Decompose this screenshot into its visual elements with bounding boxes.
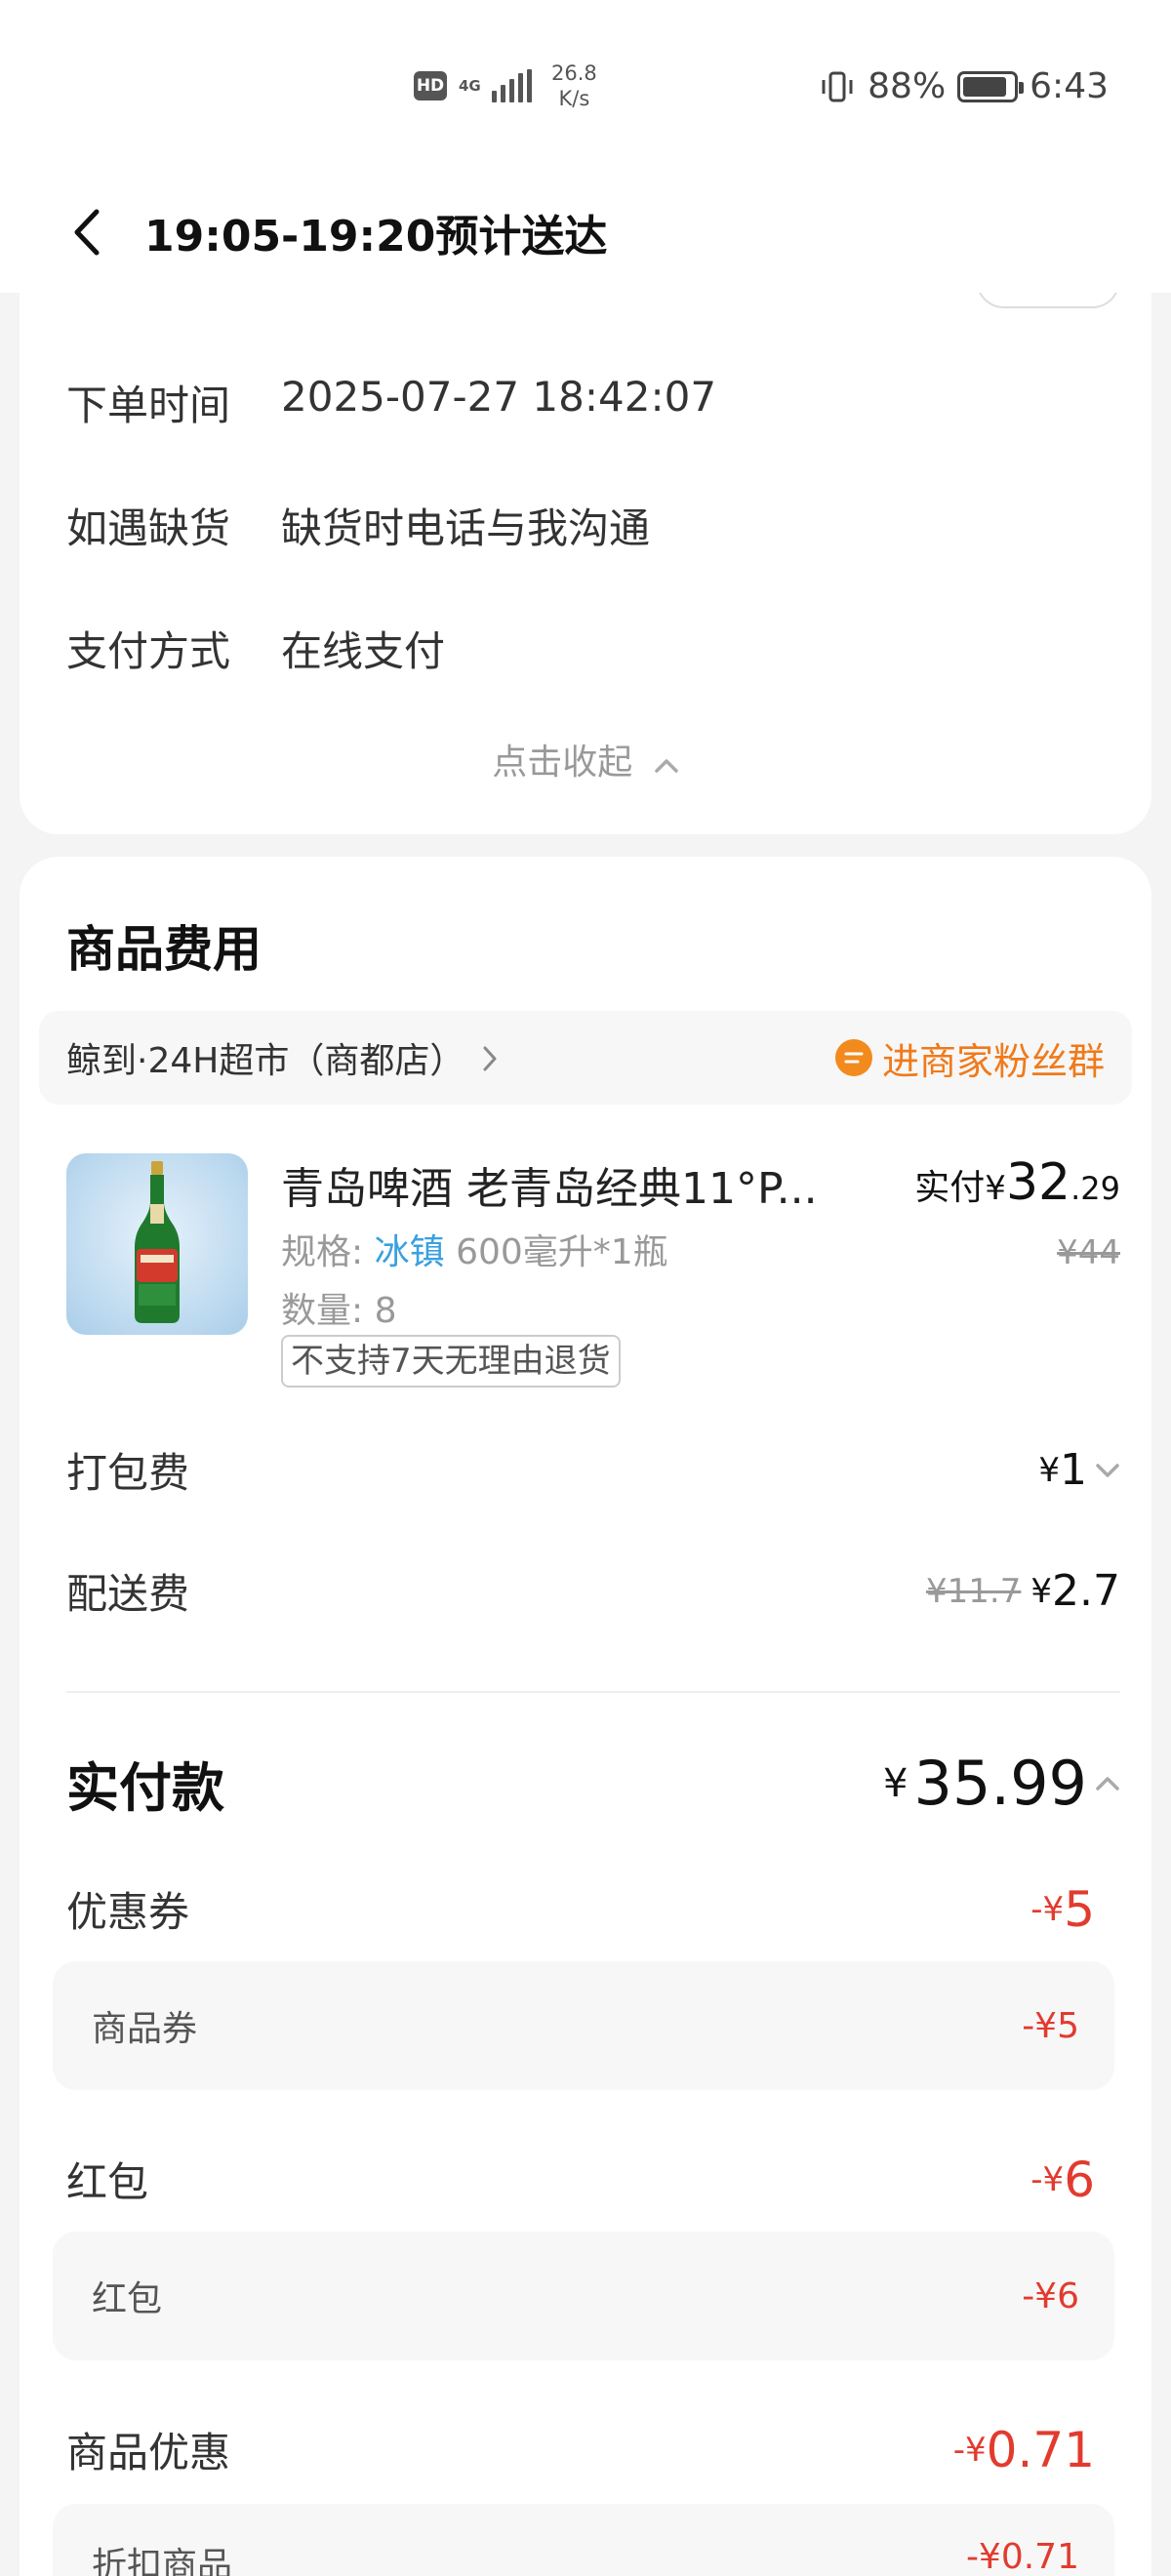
delivery-amount: 2.7	[1052, 1566, 1120, 1616]
fans-group-link[interactable]: 进商家粉丝群	[834, 1031, 1105, 1085]
product-spec: 规格: 冰镇 600毫升*1瓶	[281, 1224, 668, 1274]
red-packet-amount: 6	[1064, 2151, 1095, 2208]
red-packet-value: -¥ 6	[1030, 2152, 1095, 2208]
fee-card: 商品费用 鲸到·24H超市（商都店） 进商家粉丝群 青岛啤酒 老青岛经典11°P…	[20, 857, 1151, 2576]
spec-label: 规格:	[281, 1232, 364, 1272]
collapse-label: 点击收起	[492, 743, 633, 783]
packing-currency: ¥	[1038, 1450, 1060, 1490]
order-time-value: 2025-07-27 18:42:07	[281, 373, 717, 421]
chevron-down-icon	[1095, 1463, 1120, 1478]
product-original-price: ¥44	[1057, 1233, 1120, 1272]
product-discount-detail-box: 折扣商品 -¥0.71	[53, 2504, 1114, 2576]
chevron-up-icon	[654, 747, 679, 782]
network-speed: 26.8 K/s	[551, 60, 597, 111]
network-status: HD 4G 26.8 K/s	[414, 60, 597, 111]
order-time-row: 下单时间 2025-07-27 18:42:07	[66, 373, 716, 432]
delivery-fee-label: 配送费	[66, 1570, 190, 1618]
spec-detail: 600毫升*1瓶	[456, 1232, 668, 1272]
battery-icon	[957, 70, 1025, 102]
fans-group-label: 进商家粉丝群	[881, 1039, 1105, 1083]
fee-section-title: 商品费用	[66, 921, 262, 978]
battery-percent: 88%	[868, 66, 947, 106]
coupon-detail-label: 商品券	[92, 2009, 198, 2049]
total-row[interactable]: 实付款 ¥ 35.99	[66, 1745, 1120, 1822]
red-packet-row: 红包 -¥ 6	[66, 2150, 1120, 2209]
coupon-value: -¥ 5	[1030, 1881, 1095, 1938]
page-title: 19:05-19:20预计送达	[144, 211, 608, 262]
out-of-stock-row: 如遇缺货 缺货时电话与我沟通	[66, 496, 650, 555]
store-name: 鲸到·24H超市（商都店）	[66, 1041, 465, 1081]
nav-header: 19:05-19:20预计送达	[0, 171, 1171, 293]
clock: 6:43	[1030, 66, 1109, 106]
payment-method-row: 支付方式 在线支付	[66, 619, 445, 678]
coupon-detail-box: 商品券 -¥5	[53, 1961, 1114, 2090]
product-discount-detail-value: -¥0.71	[965, 2537, 1079, 2576]
coupon-label: 优惠券	[66, 1888, 190, 1936]
total-value: ¥ 35.99	[883, 1748, 1120, 1819]
speed-unit: K/s	[558, 87, 590, 110]
status-bar: HD 4G 26.8 K/s 88% 6:43	[0, 0, 1171, 171]
total-label: 实付款	[66, 1757, 224, 1819]
product-item[interactable]: 青岛啤酒 老青岛经典11°P... 规格: 冰镇 600毫升*1瓶 数量: 8 …	[66, 1153, 1120, 1407]
packing-fee-value: ¥ 1	[1038, 1445, 1120, 1495]
paid-dec: .29	[1070, 1170, 1120, 1207]
payment-method-label: 支付方式	[66, 627, 231, 675]
spec-highlight: 冰镇	[374, 1232, 445, 1272]
out-of-stock-label: 如遇缺货	[66, 504, 231, 552]
coupon-prefix: -¥	[1030, 1889, 1065, 1929]
paid-currency: ¥	[985, 1169, 1006, 1208]
chat-icon	[834, 1039, 872, 1076]
delivery-fee-value: ¥11.7 ¥ 2.7	[926, 1566, 1120, 1616]
total-amount: 35.99	[913, 1748, 1088, 1819]
order-info-card: 下单时间 2025-07-27 18:42:07 如遇缺货 缺货时电话与我沟通 …	[20, 283, 1151, 834]
divider	[66, 1691, 1120, 1693]
signal-icon	[492, 69, 532, 102]
packing-fee-label: 打包费	[66, 1449, 190, 1497]
packing-fee-row[interactable]: 打包费 ¥ 1	[66, 1440, 1120, 1500]
store-bar: 鲸到·24H超市（商都店） 进商家粉丝群	[39, 1011, 1132, 1105]
paid-int: 32	[1005, 1153, 1071, 1212]
product-discount-detail-label: 折扣商品	[92, 2546, 233, 2576]
product-paid-price: 实付¥32.29	[914, 1153, 1120, 1212]
collapse-button[interactable]: 点击收起	[20, 734, 1151, 785]
delivery-original-fee: ¥11.7	[926, 1571, 1022, 1611]
chevron-left-icon	[74, 209, 100, 255]
red-packet-detail-label: 红包	[92, 2279, 163, 2319]
product-discount-value: -¥ 0.71	[953, 2422, 1095, 2478]
total-currency: ¥	[883, 1760, 909, 1806]
chevron-right-icon	[482, 1041, 498, 1081]
hd-badge: HD	[414, 71, 447, 101]
product-name: 青岛啤酒 老青岛经典11°P...	[281, 1164, 818, 1214]
order-time-label: 下单时间	[66, 382, 231, 429]
chevron-up-icon	[1095, 1776, 1120, 1791]
delivery-fee-row: 配送费 ¥11.7 ¥ 2.7	[66, 1561, 1120, 1621]
red-packet-detail-box: 红包 -¥6	[53, 2232, 1114, 2360]
red-packet-label: 红包	[66, 2158, 149, 2206]
out-of-stock-value: 缺货时电话与我沟通	[281, 504, 651, 552]
red-packet-prefix: -¥	[1030, 2159, 1065, 2199]
product-discount-amount: 0.71	[986, 2421, 1095, 2478]
device-status: 88% 6:43	[819, 66, 1109, 106]
vibrate-icon	[819, 68, 856, 105]
store-link[interactable]: 鲸到·24H超市（商都店）	[66, 1032, 498, 1083]
return-policy-tag: 不支持7天无理由退货	[281, 1335, 621, 1388]
payment-method-value: 在线支付	[281, 627, 446, 675]
coupon-detail-value: -¥5	[1022, 2005, 1079, 2046]
coupon-row: 优惠券 -¥ 5	[66, 1879, 1120, 1939]
product-discount-row: 商品优惠 -¥ 0.71	[66, 2420, 1120, 2479]
product-image	[66, 1153, 248, 1335]
network-type: 4G	[459, 77, 481, 95]
paid-label: 实付	[914, 1168, 986, 1208]
delivery-currency: ¥	[1030, 1571, 1053, 1611]
back-button[interactable]	[57, 203, 115, 262]
product-quantity: 数量: 8	[281, 1291, 397, 1331]
product-discount-label: 商品优惠	[66, 2429, 231, 2476]
red-packet-detail-value: -¥6	[1022, 2275, 1079, 2316]
product-discount-prefix: -¥	[952, 2430, 987, 2470]
coupon-amount: 5	[1064, 1880, 1095, 1938]
packing-amount: 1	[1060, 1445, 1087, 1495]
speed-value: 26.8	[551, 61, 597, 85]
